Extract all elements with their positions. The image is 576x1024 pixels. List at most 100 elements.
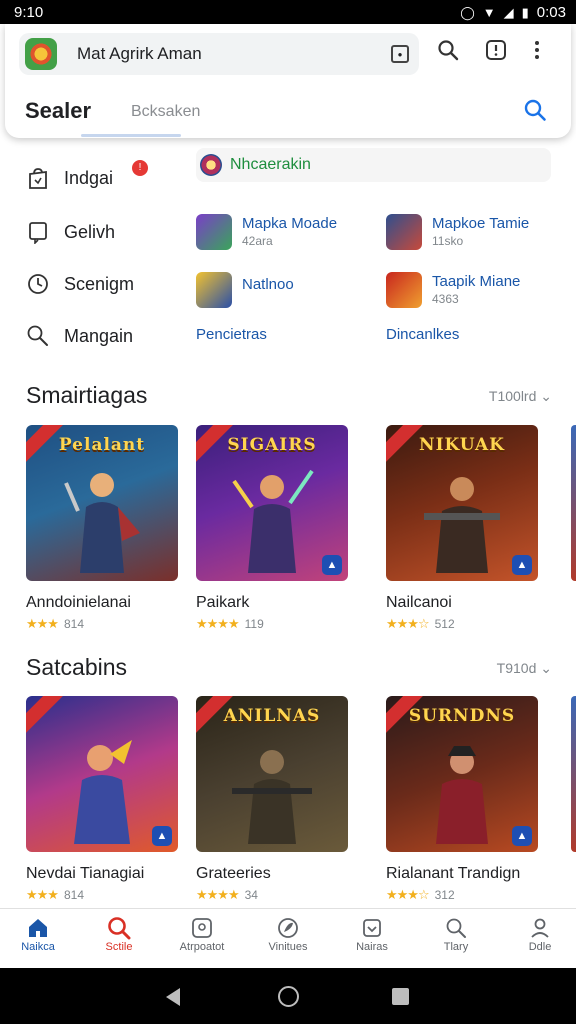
menu-item-indgai[interactable]: Indgai !	[26, 160, 148, 190]
game-title: Anndoinielanai	[26, 594, 131, 611]
nav-apps[interactable]: Atrpoatot	[172, 915, 232, 953]
app-thumbnail	[196, 214, 232, 250]
menu-label: Scenigm	[64, 273, 135, 294]
quick-app[interactable]: Natlnoo	[196, 272, 294, 308]
hero-art-icon	[232, 750, 312, 844]
nav-library[interactable]: Nairas	[342, 915, 402, 953]
hero-art-icon	[232, 469, 314, 573]
section-title: Satcabins	[26, 654, 128, 680]
featured-chip[interactable]: Nhcaerakin	[196, 148, 551, 182]
bag-icon	[26, 166, 50, 190]
game-banner: Pelalant	[58, 435, 146, 455]
menu-item-mangain[interactable]: Mangain	[26, 324, 133, 348]
quick-app[interactable]: Mapkoe Tamie 11sko	[386, 214, 529, 250]
recents-icon[interactable]	[392, 988, 409, 1005]
nav-vinitues[interactable]: Vinitues	[258, 915, 318, 953]
badge-icon: ▲	[512, 826, 532, 846]
app-logo-icon	[25, 38, 57, 70]
game-card-peek[interactable]	[571, 425, 576, 581]
chevron-down-icon: ⌄	[540, 660, 552, 676]
search-bar[interactable]: Mat Agrirk Aman ●	[19, 33, 419, 75]
section-sort-dropdown[interactable]: T100lrd ⌄	[489, 388, 552, 405]
game-card-peek[interactable]	[571, 696, 576, 852]
menu-item-gelivh[interactable]: Gelivh	[26, 220, 116, 245]
game-card[interactable]: SIGAIRS ▲ Paikark ★★★★ 119	[196, 425, 348, 632]
profile-icon	[510, 915, 570, 941]
game-rating: ★★★★ 34	[196, 887, 348, 903]
leaf-icon	[258, 915, 318, 941]
game-card[interactable]: Pelalant Anndoinielanai ★★★ 814	[26, 425, 178, 632]
bookmark-icon	[26, 220, 50, 245]
nav-label: Atrpoatot	[179, 941, 225, 953]
quick-app-sub: 11sko	[432, 234, 464, 248]
battery-icon: ▮	[521, 4, 529, 20]
signal-icon: ◢	[503, 4, 514, 20]
rating-count: 814	[63, 888, 84, 902]
more-vert-icon[interactable]	[533, 39, 541, 61]
clock-icon	[26, 272, 50, 296]
game-banner: SURNDNS	[408, 706, 516, 726]
badge-icon: ▲	[512, 555, 532, 575]
apps-icon	[172, 915, 232, 941]
tab-search-icon[interactable]	[523, 98, 547, 127]
search-input[interactable]: Mat Agrirk Aman	[77, 44, 391, 64]
nav-tlary[interactable]: Tlary	[426, 915, 486, 953]
game-title: Nailcanoi	[386, 594, 452, 611]
location-icon: ◯	[460, 4, 475, 20]
back-icon[interactable]	[166, 988, 180, 1006]
game-title: Grateeries	[196, 865, 271, 882]
game-card[interactable]: SURNDNS ▲ Rialanant Trandign ★★★☆ 312	[386, 696, 538, 903]
nav-search[interactable]: Sctile	[89, 915, 149, 953]
nav-profile[interactable]: Ddle	[510, 915, 570, 953]
game-banner: SIGAIRS	[227, 435, 317, 455]
menu-label: Gelivh	[64, 221, 116, 242]
game-card[interactable]: ▲ Nevdai Tianagiai ★★★ 814	[26, 696, 178, 903]
alert-icon[interactable]	[485, 39, 507, 61]
link-left[interactable]: Pencietras	[196, 326, 267, 343]
game-thumbnail: Pelalant	[26, 425, 178, 581]
tab-sealer[interactable]: Sealer	[25, 98, 91, 124]
nav-label: Sctile	[105, 941, 133, 953]
section-sort-dropdown[interactable]: T910d ⌄	[497, 660, 552, 677]
tab-indicator	[81, 134, 181, 137]
search-icon[interactable]	[437, 39, 459, 61]
game-thumbnail: ▲	[26, 696, 178, 852]
nav-home[interactable]: Naikca	[8, 915, 68, 953]
hero-art-icon	[424, 477, 500, 573]
sort-label: T910d	[496, 660, 537, 676]
menu-label: Indgai	[64, 167, 114, 188]
game-rating: ★★★★ 119	[196, 616, 348, 632]
game-card[interactable]: NIKUAK ▲ Nailcanoi ★★★☆ 512	[386, 425, 538, 632]
rating-count: 119	[244, 617, 264, 631]
search-icon	[426, 915, 486, 941]
game-banner: NIKUAK	[419, 435, 505, 455]
hero-art-icon	[74, 740, 132, 844]
menu-item-scenigm[interactable]: Scenigm	[26, 272, 134, 296]
home-circle-icon[interactable]	[278, 986, 299, 1007]
quick-app-sub: 4363	[432, 292, 459, 306]
game-thumbnail: NIKUAK ▲	[386, 425, 538, 581]
game-title: Paikark	[196, 594, 250, 611]
quick-app[interactable]: Taapik Miane 4363	[386, 272, 520, 308]
library-icon	[342, 915, 402, 941]
system-nav-bar	[0, 968, 576, 1024]
star-rating-icon: ★★★☆	[386, 616, 430, 631]
clipboard-icon[interactable]: ●	[391, 45, 409, 63]
status-clock-right: 0:03	[536, 3, 566, 21]
menu-label: Mangain	[64, 325, 134, 346]
search-tabs: Sealer Bcksaken	[25, 94, 555, 137]
tab-bcksaken[interactable]: Bcksaken	[131, 103, 200, 121]
app-thumbnail	[196, 272, 232, 308]
game-card[interactable]: ANILNAS Grateeries ★★★★ 34	[196, 696, 348, 903]
hero-art-icon	[64, 473, 140, 573]
rating-count: 34	[244, 888, 258, 902]
nav-label: Vinitues	[268, 941, 308, 953]
hero-art-icon	[436, 746, 488, 844]
quick-app-title: Natlnoo	[242, 276, 294, 293]
status-icons: ◯ ▼ ◢ ▮ 0:03	[460, 4, 566, 21]
quick-app[interactable]: Mapka Moade 42ara	[196, 214, 337, 250]
game-rating: ★★★☆ 512	[386, 616, 538, 632]
featured-icon	[200, 154, 222, 176]
link-right[interactable]: Dincanlkes	[386, 326, 459, 343]
game-banner: ANILNAS	[223, 706, 321, 726]
